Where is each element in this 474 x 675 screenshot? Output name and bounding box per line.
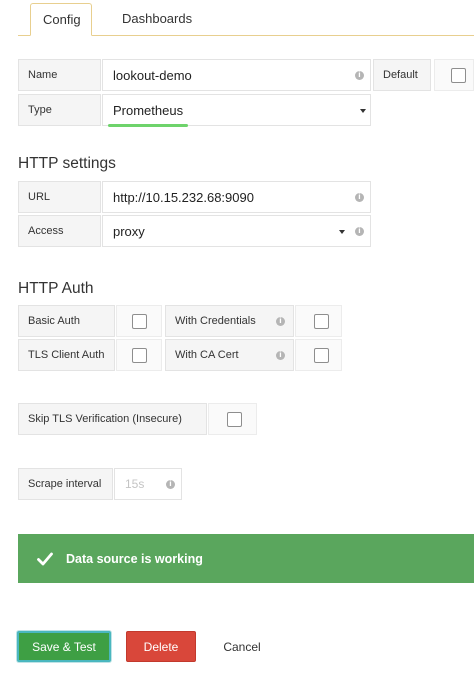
url-input[interactable]: http://10.15.232.68:9090 i: [102, 181, 371, 213]
url-info-icon[interactable]: i: [355, 193, 364, 202]
chevron-down-icon: [339, 230, 345, 234]
default-checkbox[interactable]: [451, 68, 466, 83]
name-label: Name: [18, 59, 101, 91]
with-ca-cert-label: With CA Cert i: [165, 339, 294, 371]
basic-auth-label: Basic Auth: [18, 305, 115, 337]
scrape-interval-label-text: Scrape interval: [28, 478, 102, 490]
name-label-text: Name: [28, 69, 58, 81]
default-label-text: Default: [383, 69, 418, 81]
chevron-down-icon: [360, 109, 366, 113]
name-input-value: lookout-demo: [113, 67, 192, 83]
url-label-text: URL: [28, 191, 51, 203]
check-icon: [37, 552, 53, 565]
with-credentials-label: With Credentials i: [165, 305, 294, 337]
with-credentials-checkbox[interactable]: [314, 314, 329, 329]
skip-tls-checkbox-wrap: [208, 403, 257, 435]
data-source-status-alert: Data source is working: [18, 534, 474, 583]
tab-dashboards[interactable]: Dashboards: [110, 3, 205, 36]
scrape-interval-info-icon[interactable]: i: [166, 480, 175, 489]
basic-auth-checkbox[interactable]: [132, 314, 147, 329]
save-test-button-label: Save & Test: [32, 639, 96, 654]
access-info-icon[interactable]: i: [355, 227, 364, 236]
type-select-value: Prometheus: [113, 102, 184, 118]
tab-config-label: Config: [43, 12, 81, 27]
basic-auth-checkbox-wrap: [116, 305, 162, 337]
type-select[interactable]: Prometheus: [102, 94, 371, 126]
with-credentials-info-icon[interactable]: i: [276, 317, 285, 326]
with-credentials-checkbox-wrap: [295, 305, 342, 337]
access-select[interactable]: proxy i: [102, 215, 371, 247]
with-ca-cert-checkbox[interactable]: [314, 348, 329, 363]
http-auth-heading-text: HTTP Auth: [18, 280, 94, 297]
default-checkbox-wrap: [434, 59, 474, 91]
http-settings-heading: HTTP settings: [18, 155, 116, 173]
http-settings-heading-text: HTTP settings: [18, 155, 116, 172]
with-ca-cert-label-text: With CA Cert: [175, 349, 239, 361]
alert-message: Data source is working: [66, 551, 203, 566]
skip-tls-label: Skip TLS Verification (Insecure): [18, 403, 207, 435]
save-test-button[interactable]: Save & Test: [17, 631, 111, 662]
cancel-button[interactable]: Cancel: [213, 631, 271, 662]
tls-client-auth-checkbox[interactable]: [132, 348, 147, 363]
scrape-interval-label: Scrape interval: [18, 468, 113, 500]
with-credentials-label-text: With Credentials: [175, 315, 256, 327]
url-label: URL: [18, 181, 101, 213]
scrape-interval-input[interactable]: 15s i: [114, 468, 182, 500]
delete-button-label: Delete: [143, 639, 179, 654]
access-label: Access: [18, 215, 101, 247]
skip-tls-checkbox[interactable]: [227, 412, 242, 427]
type-label-text: Type: [28, 104, 52, 116]
type-underline-highlight: [108, 124, 188, 127]
with-ca-cert-checkbox-wrap: [295, 339, 342, 371]
with-ca-cert-info-icon[interactable]: i: [276, 351, 285, 360]
http-auth-heading: HTTP Auth: [18, 280, 94, 298]
url-input-value: http://10.15.232.68:9090: [113, 189, 254, 205]
cancel-button-label: Cancel: [223, 639, 261, 654]
tls-client-auth-label: TLS Client Auth: [18, 339, 115, 371]
tls-client-auth-label-text: TLS Client Auth: [28, 349, 105, 361]
tab-dashboards-label: Dashboards: [122, 11, 193, 26]
type-label: Type: [18, 94, 101, 126]
tab-config[interactable]: Config: [30, 3, 92, 36]
scrape-interval-placeholder: 15s: [125, 477, 145, 491]
default-label: Default: [373, 59, 431, 91]
access-label-text: Access: [28, 225, 64, 237]
name-info-icon[interactable]: i: [355, 71, 364, 80]
basic-auth-label-text: Basic Auth: [28, 315, 80, 327]
tls-client-auth-checkbox-wrap: [116, 339, 162, 371]
name-input[interactable]: lookout-demo i: [102, 59, 371, 91]
delete-button[interactable]: Delete: [126, 631, 196, 662]
skip-tls-label-text: Skip TLS Verification (Insecure): [28, 413, 182, 425]
access-select-value: proxy: [113, 223, 145, 239]
